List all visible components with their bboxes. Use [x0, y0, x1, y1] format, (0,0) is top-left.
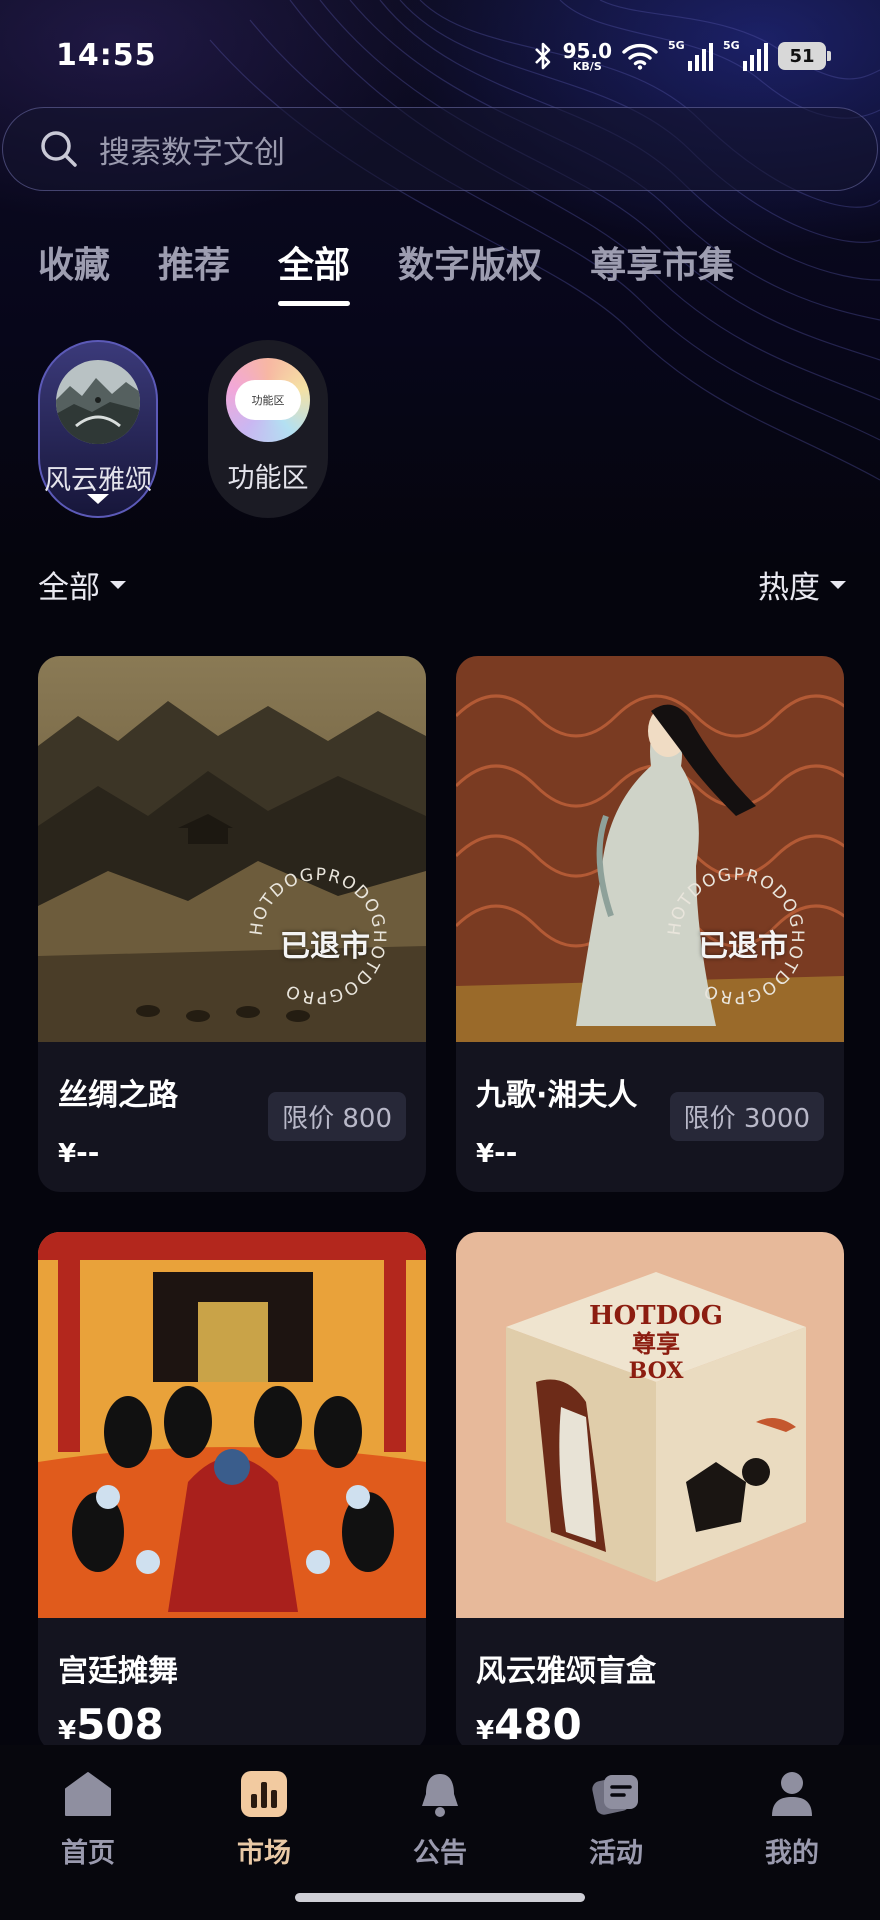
product-card[interactable]: HOTDOGPRODOGHOTDOGPRO 已退市 九歌·湘夫人 ¥-- 限价 …: [456, 656, 844, 1192]
product-info: 丝绸之路 ¥-- 限价 800: [38, 1042, 426, 1169]
status-time: 14:55: [56, 38, 157, 73]
category-tabs: 收藏 推荐 全部 数字版权 尊享市集: [38, 236, 734, 306]
product-price: ¥508: [58, 1700, 164, 1749]
chevron-down-icon: [87, 494, 109, 504]
chevron-down-icon: [110, 580, 126, 589]
delisted-label: 已退市: [280, 929, 370, 964]
battery-icon: 51: [778, 42, 831, 70]
series-chip-function-area[interactable]: 功能区 功能区: [208, 340, 328, 518]
search-placeholder: 搜索数字文创: [99, 134, 285, 171]
product-image: HOTDOG 尊享 BOX: [456, 1232, 844, 1618]
price-limit-badge: 限价 800: [268, 1092, 406, 1141]
category-filter[interactable]: 全部: [38, 562, 126, 607]
series-thumbnail: 功能区: [226, 358, 310, 442]
tab-digital-copyright[interactable]: 数字版权: [398, 236, 542, 306]
search-icon: [41, 131, 77, 167]
product-title: 宫廷摊舞: [58, 1654, 178, 1689]
series-label: 风云雅颂: [44, 465, 152, 496]
search-bar[interactable]: 搜索数字文创: [2, 107, 878, 191]
series-thumbnail: [56, 360, 140, 444]
nav-profile[interactable]: 我的: [732, 1769, 852, 1920]
product-info: 九歌·湘夫人 ¥-- 限价 3000: [456, 1042, 844, 1169]
status-icons: 95.0 KB/S 5G 5G 51: [533, 36, 831, 76]
product-card[interactable]: HOTDOGPRODOGHOTDOGPRO 已退市 丝绸之路 ¥-- 限价 80…: [38, 656, 426, 1192]
sort-filter[interactable]: 热度: [758, 562, 846, 607]
series-chip-fengyun[interactable]: 风云雅颂: [38, 340, 158, 518]
bluetooth-icon: [534, 42, 550, 70]
product-price: ¥480: [476, 1700, 582, 1749]
product-image: HOTDOGPRODOGHOTDOGPRO 已退市: [38, 656, 426, 1042]
delisted-label: 已退市: [698, 929, 788, 964]
tab-premium-market[interactable]: 尊享市集: [590, 236, 734, 306]
wifi-icon: [622, 43, 658, 70]
nav-home[interactable]: 首页: [28, 1769, 148, 1920]
product-info: 风云雅颂盲盒 ¥480: [456, 1618, 844, 1749]
product-card[interactable]: HOTDOG 尊享 BOX 风云雅颂盲盒 ¥480: [456, 1232, 844, 1752]
tab-favorites[interactable]: 收藏: [38, 236, 110, 306]
chevron-down-icon: [830, 580, 846, 589]
price-limit-badge: 限价 3000: [669, 1092, 824, 1141]
product-card[interactable]: 宫廷摊舞 ¥508: [38, 1232, 426, 1752]
activity-icon: [591, 1769, 641, 1819]
tab-recommended[interactable]: 推荐: [158, 236, 230, 306]
product-title: 风云雅颂盲盒: [476, 1654, 656, 1689]
product-image: HOTDOGPRODOGHOTDOGPRO 已退市: [456, 656, 844, 1042]
svg-text:尊享: 尊享: [632, 1329, 680, 1358]
home-icon: [63, 1769, 113, 1819]
series-selector: 风云雅颂 功能区 功能区: [38, 340, 328, 518]
svg-text:BOX: BOX: [629, 1358, 685, 1384]
bell-icon: [415, 1769, 465, 1819]
network-speed: 95.0 KB/S: [562, 38, 612, 73]
home-indicator[interactable]: [295, 1893, 585, 1902]
profile-icon: [767, 1769, 817, 1819]
signal-icon: 5G: [723, 39, 768, 71]
status-bar: 14:55 95.0 KB/S 5G 5G 51: [0, 0, 880, 110]
tab-all[interactable]: 全部: [278, 236, 351, 306]
svg-text:HOTDOG: HOTDOG: [589, 1301, 723, 1331]
product-image: [38, 1232, 426, 1618]
product-info: 宫廷摊舞 ¥508: [38, 1618, 426, 1749]
series-label: 功能区: [227, 463, 309, 494]
market-icon: [239, 1769, 289, 1819]
signal-icon: 5G: [668, 39, 713, 71]
